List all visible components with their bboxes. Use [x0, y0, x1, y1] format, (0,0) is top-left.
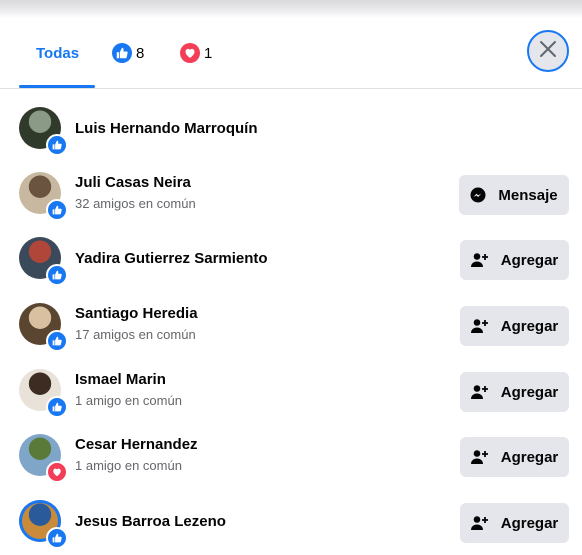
person-name[interactable]: Jesus Barroa Lezeno [75, 513, 226, 530]
action-label: Mensaje [498, 186, 558, 204]
person-name[interactable]: Yadira Gutierrez Sarmiento [75, 250, 268, 267]
action-label: Agregar [500, 448, 559, 466]
add-friend-icon [470, 252, 495, 268]
like-badge-icon [46, 199, 68, 221]
add-friend-button[interactable]: Agregar [460, 437, 569, 477]
add-friend-button[interactable]: Agregar [460, 240, 569, 280]
add-friend-button[interactable]: Agregar [460, 306, 569, 346]
reaction-tabs: Todas 8 1 [0, 18, 582, 89]
person-name[interactable]: Santiago Heredia [75, 305, 198, 322]
like-icon [112, 43, 132, 63]
tab-love[interactable]: 1 [180, 40, 212, 66]
like-badge-icon [46, 396, 68, 418]
like-count: 8 [136, 44, 145, 62]
mutual-friends[interactable]: 1 amigo en común [75, 393, 182, 408]
active-tab-indicator [19, 85, 95, 88]
like-badge-icon [46, 527, 68, 549]
list-item: Luis Hernando Marroquín [0, 98, 582, 162]
love-icon [180, 43, 200, 63]
list-item: Cesar Hernandez 1 amigo en común Agregar [0, 425, 582, 489]
top-strip [0, 0, 582, 18]
action-label: Agregar [500, 317, 559, 335]
list-item: Juli Casas Neira 32 amigos en común Mensaj… [0, 163, 582, 227]
tab-all[interactable]: Todas [36, 40, 79, 66]
close-button[interactable] [527, 30, 569, 72]
tab-all-label: Todas [36, 44, 80, 62]
action-label: Agregar [500, 383, 559, 401]
love-count: 1 [204, 44, 213, 62]
person-name[interactable]: Luis Hernando Marroquín [75, 120, 258, 137]
add-friend-button[interactable]: Agregar [460, 372, 569, 412]
add-friend-icon [470, 384, 495, 400]
messenger-icon [470, 187, 492, 203]
love-badge-icon [46, 461, 68, 483]
like-badge-icon [46, 264, 68, 286]
close-icon [539, 40, 557, 63]
mutual-friends[interactable]: 1 amigo en común [75, 458, 182, 473]
person-name[interactable]: Cesar Hernandez [75, 436, 198, 453]
list-item: Jesus Barroa Lezeno Agregar [0, 491, 582, 555]
list-item: Yadira Gutierrez Sarmiento Agregar [0, 228, 582, 292]
like-badge-icon [46, 134, 68, 156]
tab-like[interactable]: 8 [112, 40, 144, 66]
like-badge-icon [46, 330, 68, 352]
mutual-friends[interactable]: 32 amigos en común [75, 196, 196, 211]
list-item: Santiago Heredia 17 amigos en común Agrega… [0, 294, 582, 358]
person-name[interactable]: Juli Casas Neira [75, 174, 191, 191]
mutual-friends[interactable]: 17 amigos en común [75, 327, 196, 342]
action-label: Agregar [500, 251, 559, 269]
person-name[interactable]: Ismael Marin [75, 371, 166, 388]
message-button[interactable]: Mensaje [459, 175, 569, 215]
add-friend-button[interactable]: Agregar [460, 503, 569, 543]
list-item: Ismael Marin 1 amigo en común Agregar [0, 360, 582, 424]
add-friend-icon [470, 449, 495, 465]
add-friend-icon [470, 318, 495, 334]
